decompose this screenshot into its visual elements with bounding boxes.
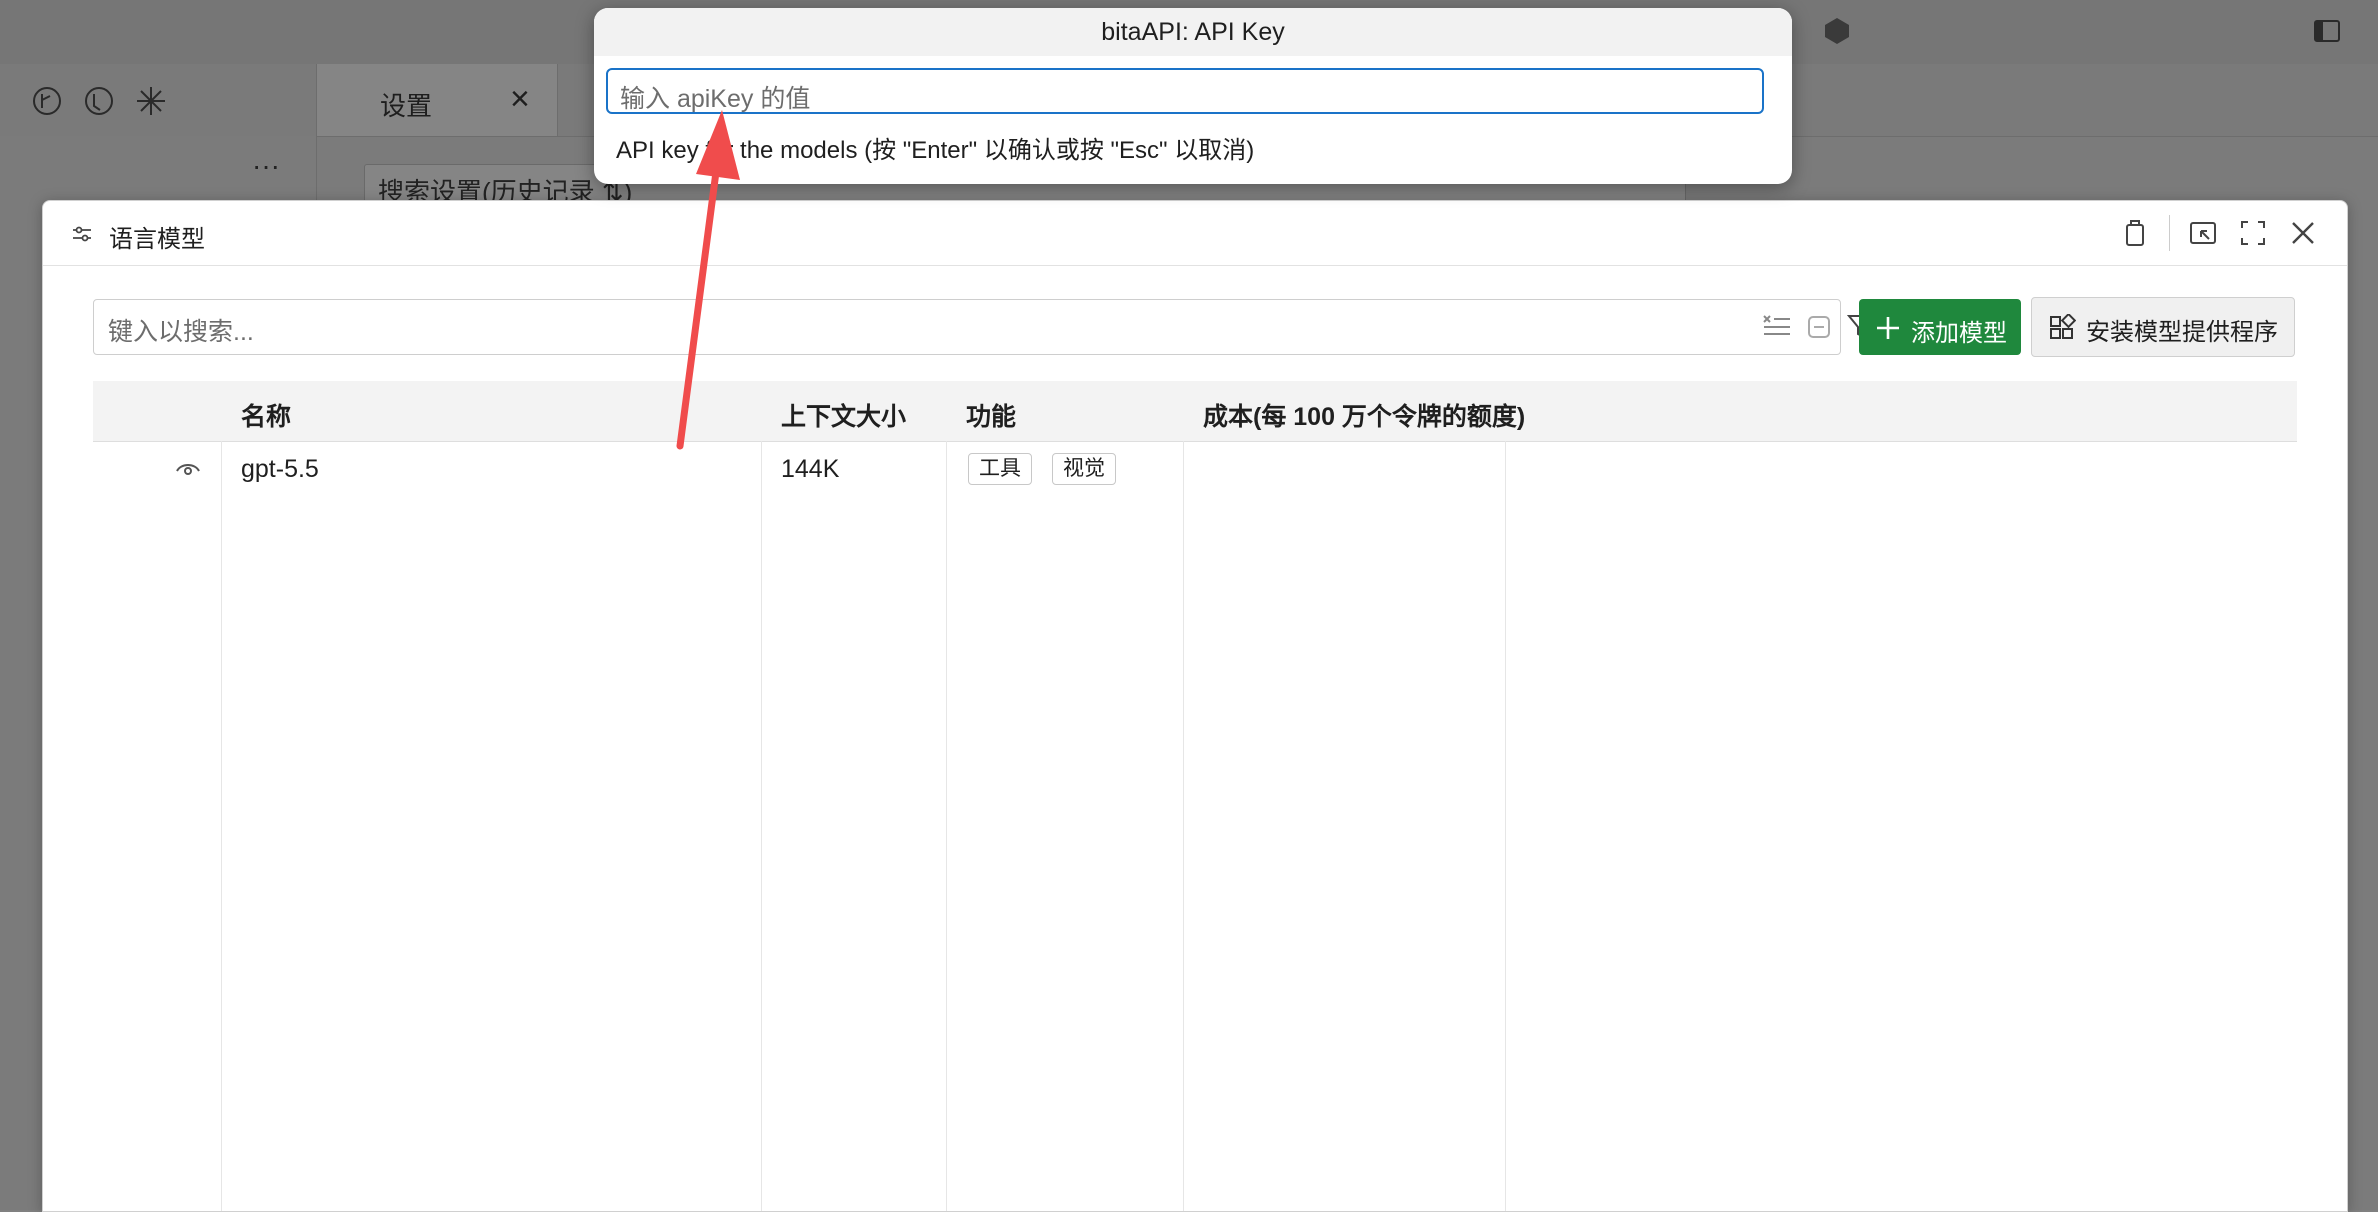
quick-input-titlebar: bitaAPI: API Key [594, 8, 1792, 56]
close-icon[interactable] [2287, 217, 2319, 249]
dialog-title: 语言模型 [109, 226, 205, 253]
api-key-quick-input: bitaAPI: API Key 输入 apiKey 的值 API key fo… [594, 8, 1792, 184]
eye-icon[interactable] [175, 459, 201, 479]
quick-input-message: API key for the models (按 "Enter" 以确认或按 … [616, 137, 1255, 164]
model-search-placeholder: 键入以搜索... [108, 318, 254, 346]
column-divider [761, 441, 762, 1211]
language-models-dialog: 语言模型 键入以搜索... 添加模型 安装模型提供程序 名称 上下文大小 功能 … [42, 200, 2348, 1212]
model-context: 144K [781, 455, 840, 483]
settings-sliders-icon [73, 226, 91, 242]
model-name: gpt-5.5 [241, 455, 319, 483]
dialog-header: 语言模型 [43, 201, 2347, 266]
header-divider [2169, 215, 2170, 251]
api-key-placeholder: 输入 apiKey 的值 [620, 85, 811, 113]
open-settings-json-icon[interactable] [2119, 217, 2151, 249]
column-context[interactable]: 上下文大小 [781, 397, 906, 433]
column-name[interactable]: 名称 [241, 397, 291, 433]
install-provider-label: 安装模型提供程序 [2086, 319, 2278, 346]
collapse-icon[interactable] [1806, 314, 1832, 340]
plus-icon [1877, 317, 1899, 339]
sparkle-icon[interactable] [134, 84, 168, 118]
capability-tag: 视觉 [1052, 453, 1116, 485]
api-key-input[interactable]: 输入 apiKey 的值 [606, 68, 1764, 114]
popout-icon[interactable] [2187, 217, 2219, 249]
capability-tag: 工具 [968, 453, 1032, 485]
clear-filter-icon[interactable] [1762, 312, 1792, 340]
more-icon[interactable]: ··· [252, 150, 280, 182]
history-icon[interactable] [82, 84, 116, 118]
add-model-button[interactable]: 添加模型 [1859, 299, 2021, 355]
extensions-icon [2050, 314, 2076, 339]
add-model-label: 添加模型 [1911, 320, 2007, 347]
tab-close-icon[interactable]: × [510, 80, 530, 119]
column-capabilities[interactable]: 功能 [966, 397, 1016, 433]
column-divider [946, 441, 947, 1211]
source-control-icon[interactable] [30, 84, 64, 118]
column-divider [1505, 441, 1506, 1211]
install-provider-button[interactable]: 安装模型提供程序 [2031, 297, 2295, 357]
column-divider [221, 441, 222, 1211]
quick-input-title: bitaAPI: API Key [1101, 18, 1285, 46]
maximize-icon[interactable] [2237, 217, 2269, 249]
column-divider [1183, 441, 1184, 1211]
column-cost[interactable]: 成本(每 100 万个令牌的额度) [1203, 397, 1525, 433]
models-table-header: 名称 上下文大小 功能 成本(每 100 万个令牌的额度) [93, 381, 2297, 442]
model-search-input[interactable]: 键入以搜索... [93, 299, 1876, 355]
app-logo-icon [1825, 18, 1849, 44]
toggle-sidebar-icon[interactable] [2312, 16, 2342, 46]
tab-settings-label: 设置 [380, 91, 433, 121]
